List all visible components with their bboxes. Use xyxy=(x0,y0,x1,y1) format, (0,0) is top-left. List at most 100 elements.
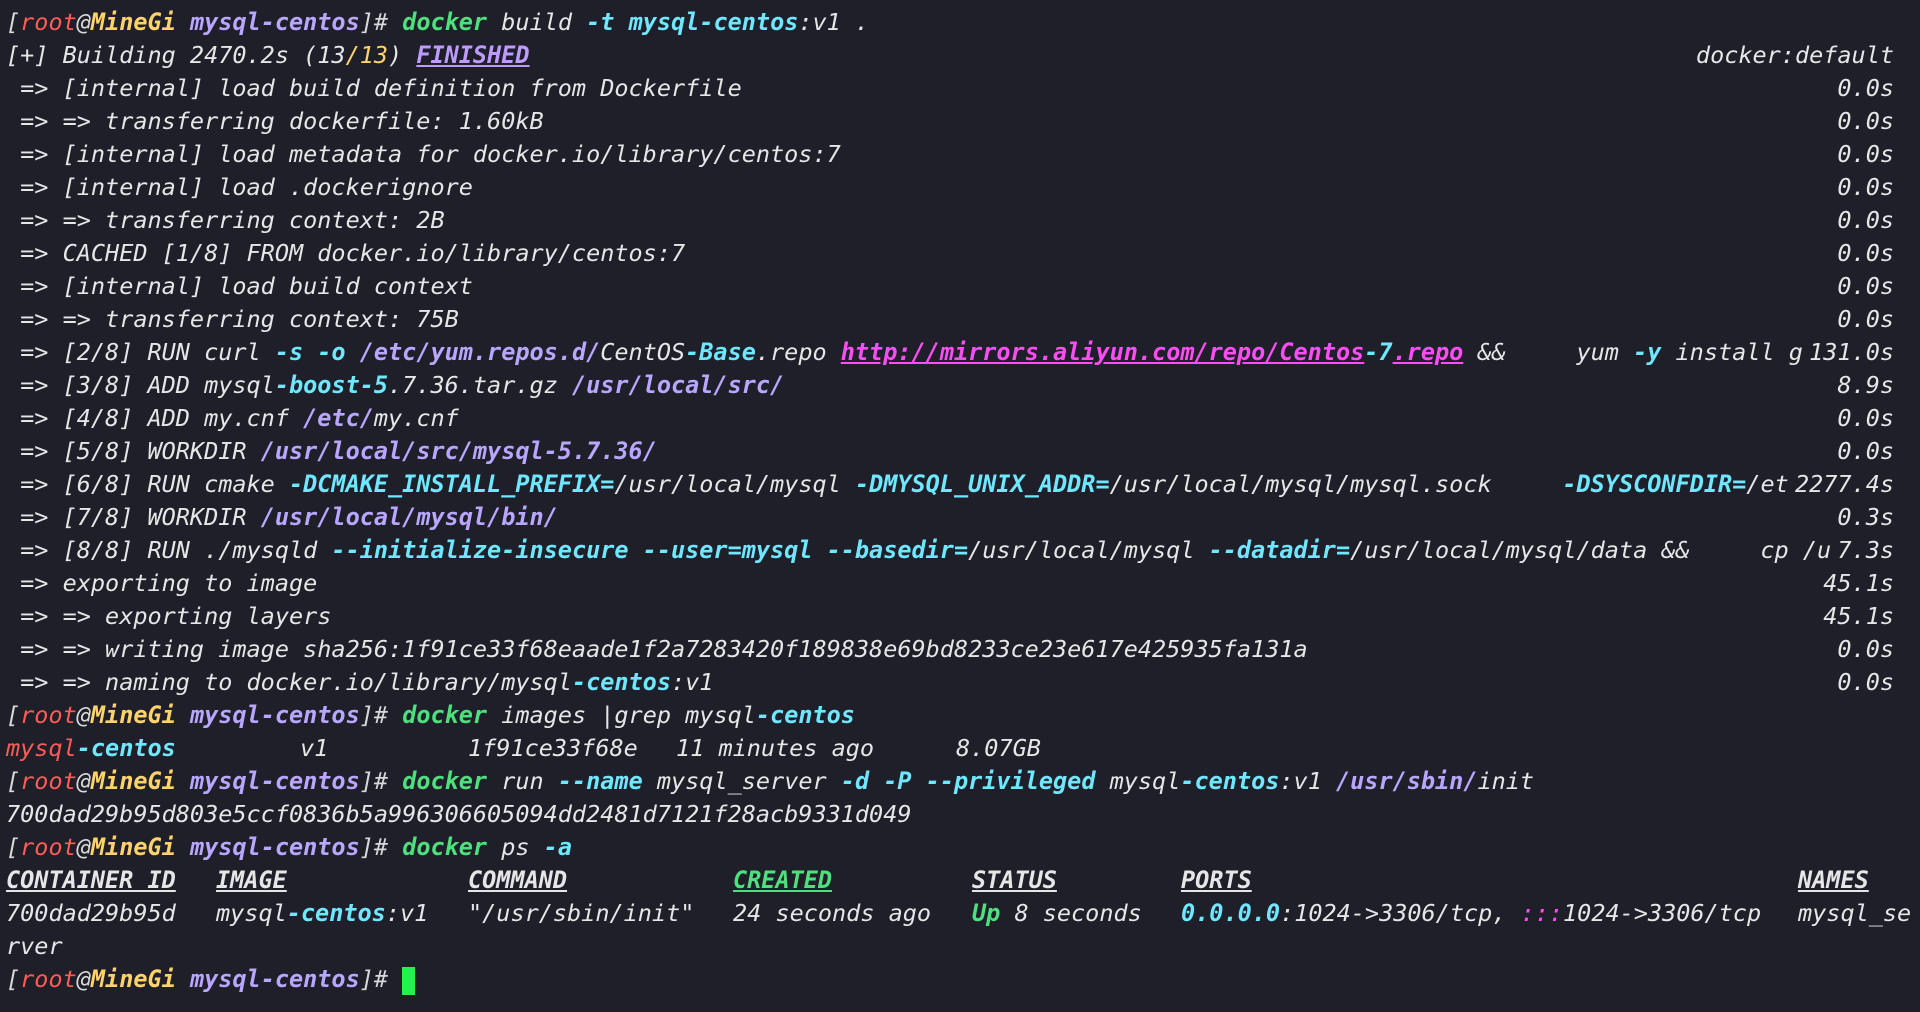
step2-a: => [2/8] RUN curl xyxy=(20,338,275,366)
prompt-line-ps: [root@MineGi mysql-centos]# docker ps -a xyxy=(6,833,572,861)
step3-path: /usr/local/src/ xyxy=(571,371,785,399)
ps-col-command: COMMAND xyxy=(468,866,568,894)
step4-b: my.cnf xyxy=(373,404,459,432)
build-step-line: => [internal] load metadata for docker.i… xyxy=(0,138,1920,171)
cmd-docker: docker xyxy=(402,833,488,861)
step-time: 7.3s xyxy=(1837,536,1894,564)
cmd-docker: docker xyxy=(402,8,488,36)
step-time: 0.0s xyxy=(1837,635,1894,663)
run-d: -centos xyxy=(1180,767,1280,795)
prompt-at: @ xyxy=(76,701,91,729)
build-step-3: => [3/8] ADD mysql-boost-5.7.36.tar.gz /… xyxy=(0,369,1920,402)
step-time: 8.9s xyxy=(1837,371,1894,399)
step4-path: /etc/ xyxy=(303,404,374,432)
build-step-line: => => transferring dockerfile: 1.60kB 0.0… xyxy=(0,105,1920,138)
export-line: => exporting to image 45.1s xyxy=(0,567,1920,600)
container-hash: 700dad29b95d803e5ccf0836b5a996306605094d… xyxy=(6,800,912,828)
prompt-dir: mysql-centos xyxy=(189,767,360,795)
export-b: -centos xyxy=(571,668,671,696)
images-repo: mysql xyxy=(6,734,77,762)
run-f1: --name xyxy=(557,767,643,795)
step-text: => => transferring context: 75B xyxy=(20,305,459,333)
terminal-cursor[interactable] xyxy=(402,966,416,995)
build-step-6: => [6/8] RUN cmake -DCMAKE_INSTALL_PREFI… xyxy=(0,468,1920,501)
export-text: => => naming to docker.io/library/mysql xyxy=(20,668,572,696)
mirror-link-ext[interactable]: .repo xyxy=(1393,338,1464,366)
step-time: 0.0s xyxy=(1837,668,1894,696)
step8-f1: --initialize-insecure --user=mysql --bas… xyxy=(331,536,969,564)
step3-a: => [3/8] ADD mysql xyxy=(20,371,275,399)
ps-header: CONTAINER ID IMAGE COMMAND CREATED STATUS POR… xyxy=(0,864,1920,897)
run-path: /usr/sbin/ xyxy=(1336,767,1478,795)
build-status-line: [+] Building 2470.2s (13/13) FINISHED doc… xyxy=(0,39,1920,72)
build-step-line: => => transferring context: 2B 0.0s xyxy=(0,204,1920,237)
build-step-8: => [8/8] RUN ./mysqld --initialize-insec… xyxy=(0,534,1920,567)
step-time: 0.0s xyxy=(1837,173,1894,201)
prompt-dir: mysql-centos xyxy=(189,701,360,729)
prompt-at: @ xyxy=(76,965,91,993)
step-time: 45.1s xyxy=(1823,569,1894,597)
step6-c: /usr/local/mysql/mysql.sock xyxy=(1109,470,1563,498)
step8-a: => [8/8] RUN ./mysqld xyxy=(20,536,332,564)
ps-command: "/usr/sbin/init" xyxy=(468,899,695,927)
images-repo2: -centos xyxy=(76,734,176,762)
export-line: => => exporting layers 45.1s xyxy=(0,600,1920,633)
build-step-5: => [5/8] WORKDIR /usr/local/src/mysql-5.… xyxy=(0,435,1920,468)
ps-ip: 0.0.0.0 xyxy=(1181,899,1281,927)
step-text: => [internal] load .dockerignore xyxy=(20,173,473,201)
image-tag: :v1 . xyxy=(798,8,870,36)
prompt-line-run: [root@MineGi mysql-centos]# docker run -… xyxy=(6,767,1535,795)
prompt-at: @ xyxy=(76,767,91,795)
mirror-link[interactable]: http://mirrors.aliyun.com/repo/Centos xyxy=(841,338,1364,366)
cmd-images-b: -centos xyxy=(755,701,855,729)
prompt-suffix: ]# xyxy=(359,965,389,993)
step6-f1: -DCMAKE_INSTALL_PREFIX= xyxy=(288,470,615,498)
images-size: 8.07GB xyxy=(956,734,1041,762)
step2-c: -Base xyxy=(685,338,756,366)
cmd-images: images |grep mysql xyxy=(487,701,756,729)
prompt-host: MineGi xyxy=(90,701,176,729)
cmd-run: run xyxy=(487,767,558,795)
cmd-build: build xyxy=(501,8,572,36)
step6-a: => [6/8] RUN cmake xyxy=(20,470,289,498)
prompt-host: MineGi xyxy=(90,965,176,993)
step6-b: /usr/local/mysql xyxy=(614,470,855,498)
terminal-window[interactable]: [root@MineGi mysql-centos]# docker build… xyxy=(0,0,1920,996)
prompt-dir: mysql-centos xyxy=(189,833,360,861)
export-line: => => writing image sha256:1f91ce33f68ea… xyxy=(0,633,1920,666)
prompt-line-final[interactable]: [root@MineGi mysql-centos]# xyxy=(0,963,1920,996)
step6-f2: -DMYSQL_UNIX_ADDR= xyxy=(854,470,1110,498)
prompt-at: @ xyxy=(76,8,91,36)
step-time: 131.0s xyxy=(1809,338,1894,366)
step2-y: -y xyxy=(1633,338,1662,366)
ps-col-status: STATUS xyxy=(972,866,1057,894)
build-step-4: => [4/8] ADD my.cnf /etc/my.cnf 0.0s xyxy=(0,402,1920,435)
step8-b: /usr/local/mysql xyxy=(968,536,1209,564)
export-text: => exporting to image xyxy=(20,569,318,597)
run-e: init xyxy=(1477,767,1535,795)
step6-d: /et xyxy=(1746,470,1789,498)
prompt-host: MineGi xyxy=(90,833,176,861)
step2-path: /etc/yum.repos.d/ xyxy=(345,338,601,366)
images-tag: v1 xyxy=(300,734,329,762)
prompt-user: root xyxy=(20,8,77,36)
cmd-ps: ps xyxy=(487,833,544,861)
step-time: 0.0s xyxy=(1837,272,1894,300)
prompt-dir: mysql-centos xyxy=(189,8,360,36)
export-c: :v1 xyxy=(670,668,714,696)
export-line: => => naming to docker.io/library/mysql-… xyxy=(0,666,1920,699)
step-text: => CACHED [1/8] FROM docker.io/library/c… xyxy=(20,239,686,267)
build-status-count: 13 xyxy=(359,41,389,69)
cmd-docker: docker xyxy=(402,767,488,795)
ps-ip6: ::: xyxy=(1520,899,1564,927)
ps-flag: -a xyxy=(543,833,572,861)
prompt-dir: mysql-centos xyxy=(189,965,360,993)
export-text: => => writing image sha256:1f91ce33f68ea… xyxy=(20,635,1308,663)
prompt-host: MineGi xyxy=(90,767,176,795)
step2-dash: -7 xyxy=(1364,338,1393,366)
step-time: 0.0s xyxy=(1837,206,1894,234)
ps-created: 24 seconds ago xyxy=(733,899,932,927)
step-time: 0.3s xyxy=(1837,503,1894,531)
prompt-user: root xyxy=(20,701,77,729)
ps-image: mysql xyxy=(216,899,287,927)
